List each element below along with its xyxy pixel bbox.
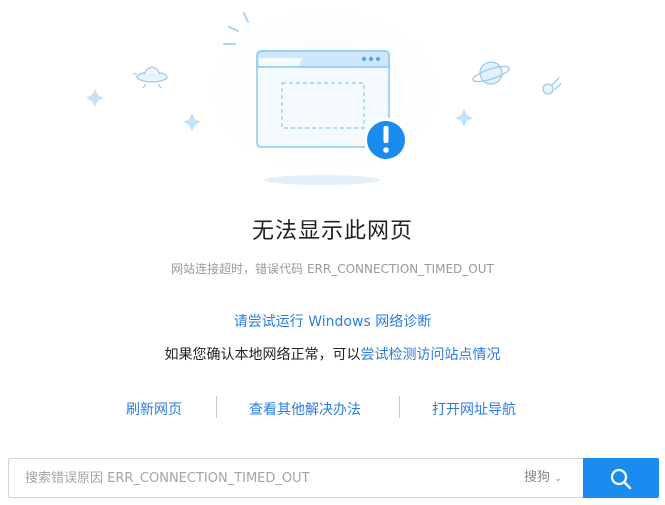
run-network-diagnostics-link[interactable]: 请尝试运行 Windows 网络诊断 [234, 314, 431, 330]
comet-icon [542, 77, 562, 95]
search-input[interactable] [9, 459, 509, 497]
window-shadow-icon [264, 175, 380, 185]
error-subtitle: 网站连接超时，错误代码 ERR_CONNECTION_TIMED_OUT [171, 262, 494, 276]
chevron-down-icon: ⌄ [554, 473, 563, 484]
check-site-line: 如果您确认本地网络正常，可以尝试检测访问站点情况 [0, 344, 665, 364]
search-engine-label: 搜狗 [524, 470, 551, 485]
ufo-icon [133, 66, 168, 89]
error-title: 无法显示此网页 [251, 219, 413, 244]
error-illustration [86, 0, 562, 190]
search-button[interactable] [583, 458, 659, 498]
action-links: 刷新网页 查看其他解决办法 打开网址导航 [0, 396, 665, 420]
other-solutions-link[interactable]: 查看其他解决办法 [249, 399, 361, 419]
planet-icon [472, 61, 510, 85]
check-site-status-link[interactable]: 尝试检测访问站点情况 [361, 347, 501, 363]
search-engine-select[interactable]: 搜狗 ⌄ [524, 459, 562, 497]
check-site-prefix: 如果您确认本地网络正常，可以 [164, 347, 361, 363]
open-url-navigation-link[interactable]: 打开网址导航 [432, 399, 516, 419]
diagnose-line: 请尝试运行 Windows 网络诊断 [0, 311, 665, 331]
action-divider [399, 396, 400, 418]
refresh-page-link[interactable]: 刷新网页 [126, 399, 182, 419]
error-search-box: 搜狗⌄ [8, 458, 658, 498]
action-divider [216, 396, 217, 418]
alert-icon [364, 118, 408, 162]
search-icon [610, 468, 632, 490]
